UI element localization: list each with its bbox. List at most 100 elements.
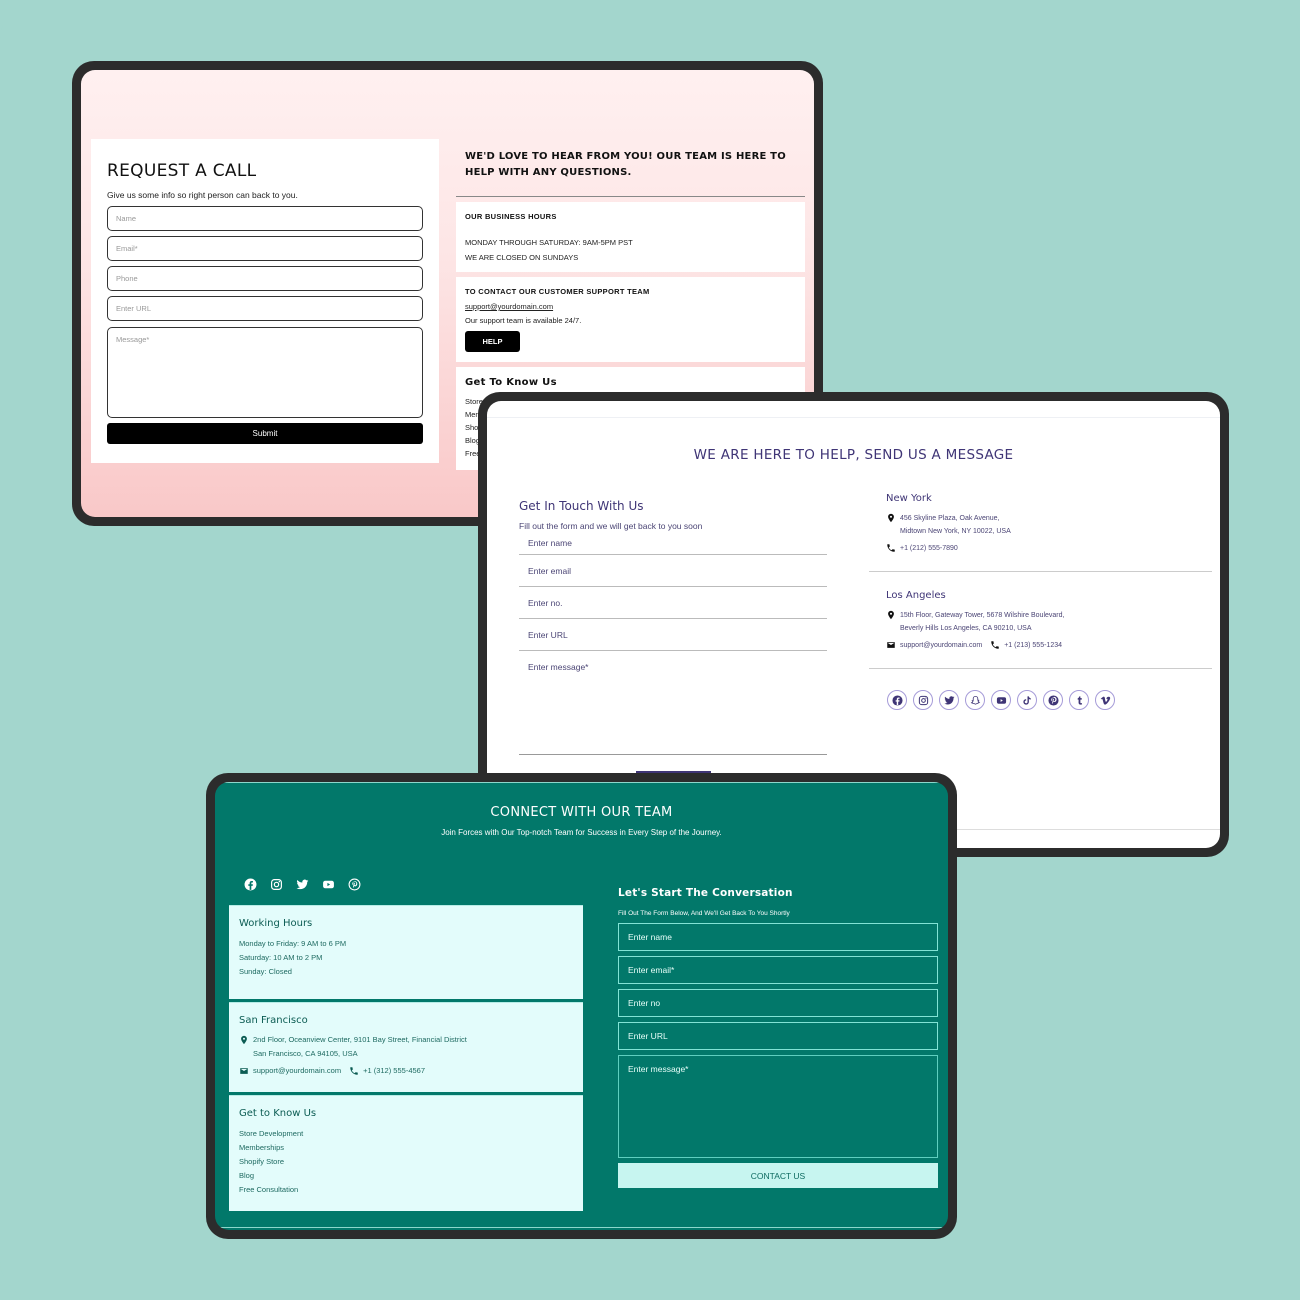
address-row: 456 Skyline Plaza, Oak Avenue, Midtown Ne… [886,512,1195,538]
conversation-form: Let's Start The Conversation Fill Out Th… [618,887,938,1188]
phone-number[interactable]: +1 (312) 555-4567 [363,1064,425,1078]
envelope-icon [887,642,895,648]
get-to-know-heading: Get To Know Us [465,377,557,388]
phone-number[interactable]: +1 (213) 555-1234 [1004,639,1062,652]
url-input[interactable] [107,296,423,321]
message-textarea[interactable] [107,327,423,418]
support-box: TO CONTACT OUR CUSTOMER SUPPORT TEAM sup… [456,277,805,362]
connect-team-title: CONNECT WITH OUR TEAM [490,805,673,820]
social-links [887,690,1212,710]
contact-row: support@yourdomain.com +1 (312) 555-4567 [239,1064,573,1078]
working-hours-heading: Working Hours [239,918,313,929]
submit-button[interactable]: Submit [107,423,423,444]
divider [487,417,1220,418]
working-hours-card: Working Hours Monday to Friday: 9 AM to … [229,905,583,999]
address-line: Beverly Hills Los Angeles, CA 90210, USA [900,625,1032,632]
get-to-know-link[interactable]: Shopify Store [239,1155,573,1169]
address-row: 2nd Floor, Oceanview Center, 9101 Bay St… [239,1033,573,1061]
vimeo-icon[interactable] [1095,690,1115,710]
form-subtitle: Fill out the form and we will get back t… [519,521,703,531]
youtube-icon[interactable] [991,690,1011,710]
device-connect-team: CONNECT WITH OUR TEAM Join Forces with O… [206,773,957,1239]
location-san-francisco: San Francisco 2nd Floor, Oceanview Cente… [229,1002,583,1092]
social-links [243,877,361,891]
email-input[interactable] [107,236,423,261]
working-hours-line: Monday to Friday: 9 AM to 6 PM [239,939,347,948]
url-input[interactable] [618,1022,938,1050]
business-hours-heading: OUR BUSINESS HOURS [465,212,557,221]
name-input[interactable] [618,923,938,951]
envelope-icon [240,1068,248,1074]
address-line: 15th Floor, Gateway Tower, 5678 Wilshire… [900,612,1065,619]
map-pin-icon [241,1035,247,1045]
get-to-know-link[interactable]: Free Consultation [239,1183,573,1197]
phone-input[interactable] [618,989,938,1017]
email-link[interactable]: support@yourdomain.com [253,1064,341,1078]
facebook-icon[interactable] [887,690,907,710]
business-hours-line: MONDAY THROUGH SATURDAY: 9AM-5PM PST [465,238,633,247]
address-row: 15th Floor, Gateway Tower, 5678 Wilshire… [886,609,1195,635]
instagram-icon[interactable] [913,690,933,710]
phone-icon [887,544,895,552]
divider [215,782,948,783]
business-hours-box: OUR BUSINESS HOURS MONDAY THROUGH SATURD… [456,202,805,272]
locations-column: New York 456 Skyline Plaza, Oak Avenue, M… [869,491,1212,710]
email-input[interactable] [519,555,827,587]
tiktok-icon[interactable] [1017,690,1037,710]
get-to-know-link[interactable]: Store Development [239,1127,573,1141]
request-call-intro: WE'D LOVE TO HEAR FROM YOU! OUR TEAM IS … [465,151,786,178]
address-line: 456 Skyline Plaza, Oak Avenue, [900,515,1000,522]
message-textarea[interactable] [618,1055,938,1158]
phone-row: +1 (212) 555-7890 [886,542,1195,555]
phone-number[interactable]: +1 (212) 555-7890 [900,542,958,555]
twitter-icon[interactable] [939,690,959,710]
name-input[interactable] [107,206,423,231]
url-input[interactable] [519,619,827,651]
pinterest-icon[interactable] [347,877,361,891]
request-call-form-card: REQUEST A CALL Give us some info so righ… [91,139,439,463]
location-city: Los Angeles [886,590,946,601]
map-pin-icon [888,513,894,523]
youtube-icon[interactable] [321,877,335,891]
send-message-title: WE ARE HERE TO HELP, SEND US A MESSAGE [693,447,1014,463]
working-hours-line: Saturday: 10 AM to 2 PM [239,953,323,962]
connect-team-screen: CONNECT WITH OUR TEAM Join Forces with O… [215,782,948,1230]
message-textarea[interactable] [519,651,827,755]
support-heading: TO CONTACT OUR CUSTOMER SUPPORT TEAM [465,287,650,296]
phone-icon [350,1067,358,1075]
phone-input[interactable] [107,266,423,291]
snapchat-icon[interactable] [965,690,985,710]
tumblr-icon[interactable] [1069,690,1089,710]
facebook-icon[interactable] [243,877,257,891]
divider [215,1227,948,1228]
location-city: San Francisco [239,1015,308,1026]
help-button[interactable]: HELP [465,331,520,352]
location-new-york: New York 456 Skyline Plaza, Oak Avenue, M… [869,493,1212,572]
map-pin-icon [888,610,894,620]
form-subtitle: Fill Out The Form Below, And We'll Get B… [618,910,790,917]
instagram-icon[interactable] [269,877,283,891]
form-heading: Get In Touch With Us [519,499,644,513]
phone-input[interactable] [519,587,827,619]
connect-team-subtitle: Join Forces with Our Top-notch Team for … [441,828,722,837]
business-hours-line: WE ARE CLOSED ON SUNDAYS [465,253,579,262]
contact-row: support@yourdomain.com +1 (213) 555-1234 [886,639,1195,652]
divider [456,196,805,197]
get-to-know-card: Get to Know Us Store Development Members… [229,1095,583,1211]
showcase-canvas: REQUEST A CALL Give us some info so righ… [0,0,1300,1300]
support-email-link[interactable]: support@yourdomain.com [465,302,796,311]
email-link[interactable]: support@yourdomain.com [900,639,982,652]
location-los-angeles: Los Angeles 15th Floor, Gateway Tower, 5… [869,572,1212,669]
contact-us-button[interactable]: CONTACT US [618,1163,938,1188]
get-to-know-link[interactable]: Memberships [239,1141,573,1155]
location-city: New York [886,493,932,504]
name-input[interactable] [519,532,827,555]
form-heading: Let's Start The Conversation [618,887,793,899]
phone-icon [991,641,999,649]
twitter-icon[interactable] [295,877,309,891]
email-input[interactable] [618,956,938,984]
get-in-touch-form: Get In Touch With Us Fill out the form a… [519,499,827,755]
get-to-know-link[interactable]: Blog [239,1169,573,1183]
pinterest-icon[interactable] [1043,690,1063,710]
address-line: San Francisco, CA 94105, USA [253,1049,358,1058]
